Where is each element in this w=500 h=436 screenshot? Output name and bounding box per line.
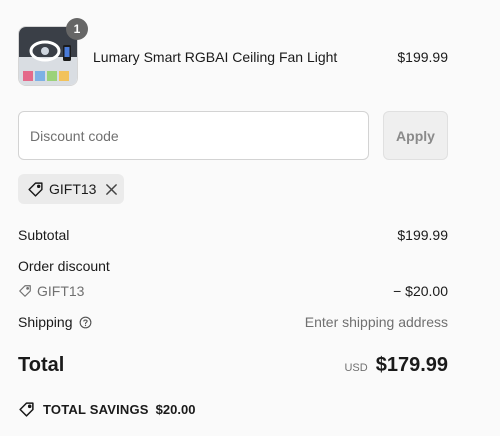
discount-code-text: GIFT13 bbox=[37, 283, 85, 299]
discount-value: − $20.00 bbox=[393, 283, 448, 299]
applied-code-label: GIFT13 bbox=[49, 181, 97, 197]
tag-icon bbox=[18, 284, 32, 298]
apply-discount-button[interactable]: Apply bbox=[383, 111, 448, 160]
applied-discount-chip: GIFT13 bbox=[18, 174, 124, 204]
total-value: $179.99 bbox=[375, 354, 448, 376]
shipping-label-row: Shipping bbox=[18, 314, 92, 330]
total-amount: USD $179.99 bbox=[344, 354, 448, 377]
subtotal-label: Subtotal bbox=[18, 227, 70, 243]
shipping-label: Shipping bbox=[18, 314, 73, 330]
order-discount-label: Order discount bbox=[18, 258, 110, 274]
product-name: Lumary Smart RGBAI Ceiling Fan Light bbox=[93, 49, 338, 65]
total-label: Total bbox=[18, 354, 65, 376]
currency-code: USD bbox=[344, 362, 368, 374]
shipping-value: Enter shipping address bbox=[304, 314, 448, 330]
tag-icon bbox=[27, 181, 44, 198]
quantity-badge: 1 bbox=[66, 18, 88, 40]
close-icon[interactable] bbox=[105, 183, 118, 196]
question-circle-icon[interactable] bbox=[79, 316, 92, 329]
total-savings-row: TOTAL SAVINGS $20.00 bbox=[18, 401, 195, 418]
discount-code-input[interactable] bbox=[18, 111, 369, 160]
product-price: $199.99 bbox=[397, 49, 448, 65]
discount-code-row: GIFT13 bbox=[18, 283, 84, 299]
subtotal-value: $199.99 bbox=[397, 227, 448, 243]
savings-value: $20.00 bbox=[155, 402, 196, 417]
product-thumbnail: 1 bbox=[18, 18, 88, 86]
savings-label: TOTAL SAVINGS bbox=[43, 402, 149, 417]
tag-icon bbox=[18, 401, 35, 418]
